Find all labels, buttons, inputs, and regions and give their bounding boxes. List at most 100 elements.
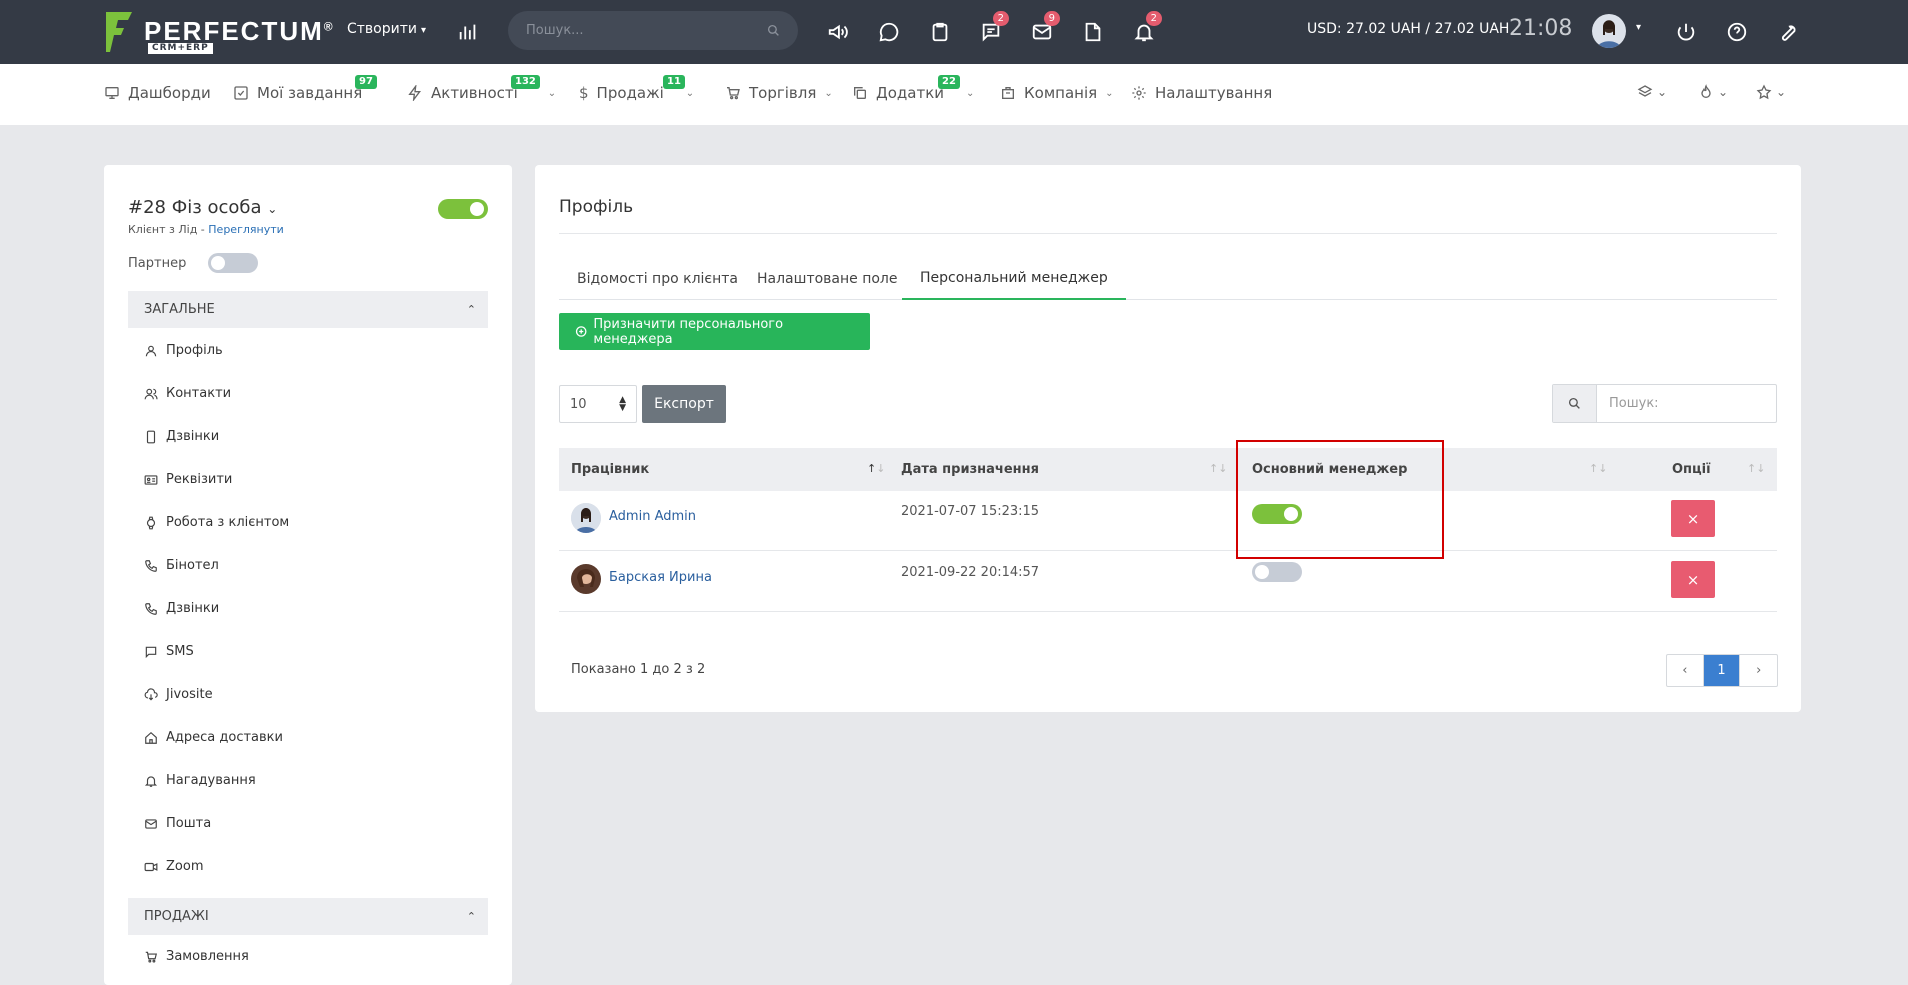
document-icon[interactable] [1077,16,1109,48]
client-title[interactable]: #28 Фіз особа ⌄ [128,197,277,218]
sidebar-item-requisites[interactable]: Реквізити [144,472,232,487]
sidebar-item-client-work[interactable]: Робота з клієнтом [144,515,289,530]
chevron-down-icon: ⌄ [1718,85,1729,99]
main-navigation: Дашборди Мої завдання 97 Активності 132 … [0,64,1908,125]
bell-icon [144,775,158,787]
star-icon [1756,84,1772,100]
assign-manager-button[interactable]: Призначити персонального менеджера [559,313,870,350]
sidebar-item-reminders[interactable]: Нагадування [144,773,256,788]
dollar-icon: $ [579,84,589,102]
sidebar-item-calls[interactable]: Дзвінки [144,429,219,444]
layers-menu[interactable]: ⌄ [1637,84,1667,100]
partner-toggle[interactable] [208,253,258,273]
tab-client-info[interactable]: Відомості про клієнта [559,258,756,300]
column-options[interactable]: Опції [1672,448,1711,491]
prev-page-button[interactable]: ‹ [1667,655,1704,686]
tab-custom-field[interactable]: Налаштоване поле [739,258,916,300]
page-size-select[interactable]: 10 ▲ ▼ [559,385,637,423]
chat-icon[interactable] [873,16,905,48]
currency-rate: USD: 27.02 UAH / 27.02 UAH [1307,21,1510,37]
column-employee[interactable]: Працівник [571,448,649,491]
sidebar-item-contacts[interactable]: Контакти [144,386,231,401]
user-avatar[interactable] [1592,14,1626,48]
favorites-menu[interactable]: ⌄ [1756,84,1786,100]
nav-company[interactable]: Компанія ⌄ [1000,84,1114,102]
export-button[interactable]: Експорт [642,385,726,423]
power-icon[interactable] [1670,16,1702,48]
lightning-icon [408,85,421,101]
nav-sales[interactable]: $ Продажі 11 ⌄ [579,75,694,102]
sort-icon[interactable]: ↑↓ [1747,462,1765,475]
table-row: Admin Admin 2021-07-07 15:23:15 × [559,491,1777,551]
sidebar-item-zoom[interactable]: Zoom [144,859,203,874]
delete-button[interactable]: × [1671,500,1715,537]
mail-icon[interactable]: 9 [1026,11,1060,48]
building-icon [1002,87,1014,99]
chevron-down-icon: ⌄ [1776,85,1787,99]
assign-date: 2021-07-07 15:23:15 [901,504,1040,519]
phone-icon [145,559,157,572]
stats-icon[interactable] [452,16,484,48]
sidebar-item-sms[interactable]: SMS [144,644,194,659]
help-icon[interactable] [1721,16,1753,48]
global-search-input[interactable]: Пошук... [508,11,798,50]
chevron-down-icon: ⌄ [547,87,557,99]
sidebar-item-jivosite[interactable]: Jivosite [144,687,213,702]
sidebar-item-calls-2[interactable]: Дзвінки [144,601,219,616]
nav-addons[interactable]: Додатки 22 ⌄ [852,75,974,102]
sidebar-item-mail[interactable]: Пошта [144,816,211,831]
messages-icon[interactable]: 2 [975,11,1009,48]
settings-wrench-icon[interactable] [1772,16,1804,48]
user-menu-chevron-icon[interactable]: ▾ [1636,22,1641,33]
watch-icon [146,516,156,529]
main-manager-toggle[interactable] [1252,562,1302,582]
message-icon [145,646,157,658]
chevron-up-icon: ⌃ [466,303,476,316]
close-icon: × [1686,509,1700,528]
sidebar-item-delivery-address[interactable]: Адреса доставки [144,730,283,745]
create-menu[interactable]: Створити ▾ [347,21,426,37]
clock: 21:08 [1509,16,1573,41]
delete-button[interactable]: × [1671,561,1715,598]
highlight-box [1236,440,1444,559]
chevron-down-icon: ⌄ [267,202,278,216]
search-icon [767,24,779,36]
mobile-phone-icon [146,430,156,443]
tasks-badge: 97 [355,75,377,89]
table-row: Барская Ирина 2021-09-22 20:14:57 × [559,552,1777,612]
activities-badge: 132 [511,75,540,89]
nav-activities[interactable]: Активності 132 ⌄ [407,75,557,102]
avatar [571,503,601,533]
employee-link[interactable]: Admin Admin [609,509,696,524]
sort-icon[interactable]: ↑↓ [1209,462,1227,475]
partner-label: Партнер [128,256,187,271]
client-subtitle: Клієнт з Лід - Переглянути [128,223,284,236]
column-assign-date[interactable]: Дата призначення [901,448,1039,491]
table-search-input[interactable]: Пошук: [1552,384,1777,423]
nav-my-tasks[interactable]: Мої завдання 97 [233,75,377,102]
nav-settings[interactable]: Налаштування [1131,84,1272,102]
section-general[interactable]: ЗАГАЛЬНЕ ⌃ [128,291,488,328]
section-sales[interactable]: ПРОДАЖІ ⌃ [128,898,488,935]
nav-dashboards[interactable]: Дашборди [104,84,211,102]
sort-icon[interactable]: ↑↓ [1589,462,1607,475]
clipboard-icon[interactable] [924,16,956,48]
sales-badge: 11 [663,75,685,89]
sidebar-item-profile[interactable]: Профіль [144,343,223,358]
megaphone-icon[interactable] [822,16,854,48]
next-page-button[interactable]: › [1740,655,1777,686]
employee-link[interactable]: Барская Ирина [609,570,712,585]
bell-icon[interactable]: 2 [1128,11,1162,48]
client-sidebar: #28 Фіз особа ⌄ Клієнт з Лід - Перегляну… [104,165,512,985]
mail-icon [145,818,157,829]
nav-trade[interactable]: Торгівля ⌄ [725,84,833,102]
fire-menu[interactable]: ⌄ [1698,84,1728,100]
sort-asc-icon[interactable]: ↑↓ [867,462,885,475]
table-info: Показано 1 до 2 з 2 [571,662,706,677]
view-lead-link[interactable]: Переглянути [208,223,283,236]
page-1-button[interactable]: 1 [1703,655,1741,686]
profile-tabs: Відомості про клієнта Налаштоване поле П… [559,258,1777,300]
sidebar-item-binotel[interactable]: Бінотел [144,558,219,573]
tab-personal-manager[interactable]: Персональний менеджер [902,258,1126,300]
client-active-toggle[interactable] [438,199,488,219]
